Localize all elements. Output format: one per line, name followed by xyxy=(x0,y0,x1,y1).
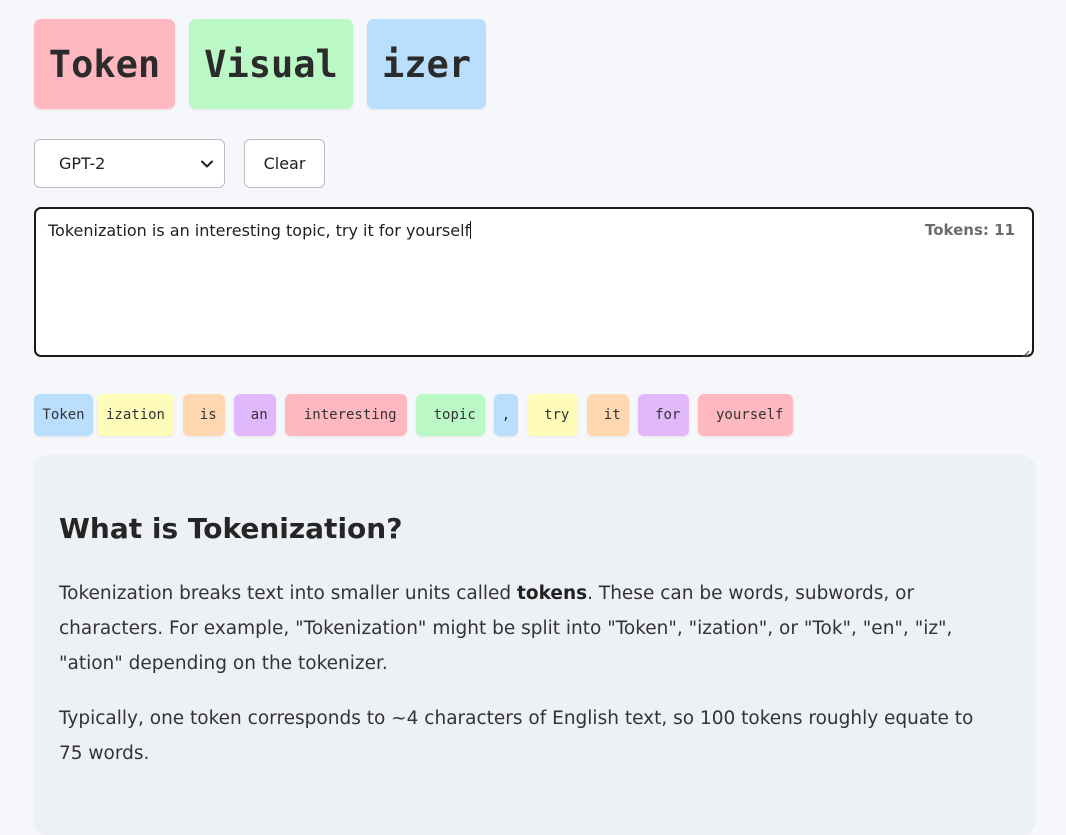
tokens-term: tokens xyxy=(517,583,588,604)
token-count: Tokens: 11 xyxy=(925,221,1015,239)
title-chip-izer: izer xyxy=(367,19,486,109)
token-chip: an xyxy=(234,394,276,436)
info-paragraph: Typically, one token corresponds to ~4 c… xyxy=(59,708,974,764)
token-chip: it xyxy=(587,394,629,436)
resize-handle-icon[interactable] xyxy=(1020,343,1030,358)
token-chip: yourself xyxy=(698,394,793,436)
title-chip-visual: Visual xyxy=(189,19,353,109)
clear-button[interactable]: Clear xyxy=(244,139,325,188)
token-chip: ization xyxy=(97,394,174,436)
info-panel: What is Tokenization? Tokenization break… xyxy=(33,455,1036,835)
token-chip: topic xyxy=(416,394,485,436)
token-chip: try xyxy=(527,394,578,436)
controls-row: GPT-2 Clear xyxy=(34,139,325,188)
app-title: Token Visual izer xyxy=(34,19,486,109)
info-paragraph: Tokenization breaks text into smaller un… xyxy=(59,583,953,674)
model-select[interactable]: GPT-2 xyxy=(34,139,225,188)
chevron-down-icon xyxy=(200,157,214,171)
token-chip: is xyxy=(183,394,225,436)
token-chip: interesting xyxy=(285,394,407,436)
model-select-value: GPT-2 xyxy=(59,154,106,173)
text-cursor xyxy=(470,221,472,239)
title-chip-token: Token xyxy=(34,19,175,109)
info-heading: What is Tokenization? xyxy=(59,512,403,545)
text-input-value: Tokenization is an interesting topic, tr… xyxy=(48,221,472,240)
token-chip: Token xyxy=(34,394,93,436)
text-input[interactable]: Tokenization is an interesting topic, tr… xyxy=(34,207,1034,358)
token-list: Token ization is an interesting topic , … xyxy=(34,394,793,436)
token-chip: for xyxy=(638,394,689,436)
token-chip: , xyxy=(494,394,518,436)
